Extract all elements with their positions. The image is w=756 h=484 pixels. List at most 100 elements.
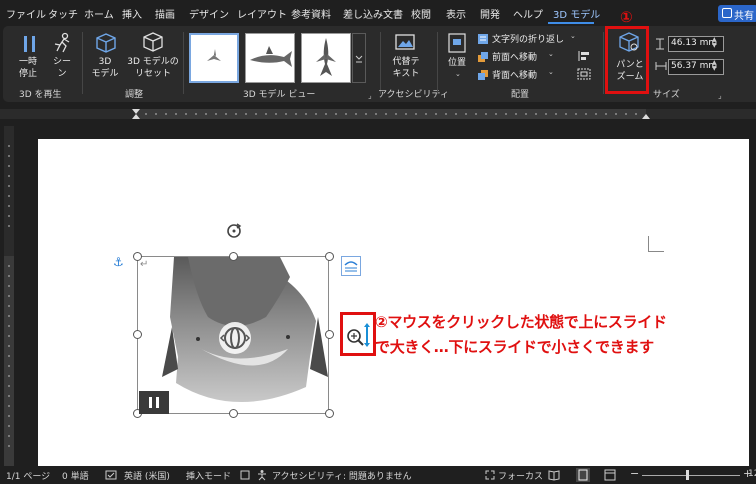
vertical-ruler (0, 126, 18, 466)
tab-insert[interactable]: 挿入 (122, 6, 142, 21)
step-2-instruction-line-2: で大きく…下にスライドで小さくできます (375, 338, 654, 356)
layout-options-button[interactable] (341, 256, 361, 276)
views-dialog-launcher-icon[interactable]: ⌟ (368, 91, 372, 100)
group-divider (82, 32, 83, 94)
view-thumbnail-1[interactable] (189, 33, 239, 83)
resize-handle-top[interactable] (229, 252, 238, 261)
accessibility-icon (258, 470, 266, 481)
pause-icon (24, 36, 35, 52)
word-count[interactable]: 0 単語 (62, 469, 89, 482)
group-divider (603, 32, 604, 94)
tab-home[interactable]: ホーム (84, 6, 114, 21)
anchor-icon[interactable]: ⚓ (113, 255, 124, 269)
insert-mode-status[interactable]: 挿入モード (186, 469, 231, 482)
step-1-marker: ① (620, 8, 633, 26)
pause-icon (156, 397, 159, 408)
chevron-down-icon: ⌄ (548, 68, 554, 76)
print-layout-icon[interactable] (576, 468, 590, 482)
share-icon (722, 8, 732, 18)
wrap-text-label: 文字列の折り返し (492, 35, 565, 45)
chevron-down-icon: ⌄ (570, 32, 576, 40)
3d-rotate-control-icon[interactable] (218, 321, 252, 355)
ruler-ticks (0, 109, 756, 119)
running-person-icon (54, 32, 70, 53)
chevron-down-icon: ⌄ (548, 50, 554, 58)
vertical-ruler-ticks (4, 126, 14, 466)
page-count[interactable]: 1/1 ページ (6, 469, 50, 482)
tab-touch[interactable]: タッチ (48, 6, 78, 21)
rotate-handle-icon[interactable] (225, 222, 243, 240)
group-label-size: サイズ (653, 90, 680, 100)
zoom-control-highlight-box (340, 312, 376, 356)
pause-icon (149, 397, 152, 408)
width-icon (655, 62, 667, 70)
gallery-more-button[interactable] (352, 33, 366, 83)
position-icon (448, 33, 466, 53)
tab-view[interactable]: 表示 (446, 6, 466, 21)
read-mode-icon[interactable] (548, 469, 560, 481)
3d-view-gallery (189, 33, 367, 83)
macro-record-icon[interactable] (240, 470, 250, 480)
group-divider (380, 32, 381, 94)
tab-layout[interactable]: レイアウト (237, 6, 287, 21)
pan-zoom-highlight-box (605, 26, 649, 94)
reset-3d-model-label: 3D モデルの リセット (127, 57, 179, 79)
tab-file[interactable]: ファイル (6, 6, 46, 21)
tab-references[interactable]: 参考資料 (291, 6, 331, 21)
group-label-accessibility: アクセシビリティ (378, 90, 450, 100)
zoom-slider-track[interactable] (642, 475, 740, 476)
3d-model-label: 3D モデル (91, 57, 119, 79)
height-spinner-icon[interactable]: ▲ ▼ (712, 37, 717, 49)
chevron-down-icon: ⌄ (455, 70, 461, 78)
active-tab-indicator (548, 22, 594, 24)
resize-handle-right[interactable] (325, 330, 334, 339)
tab-help[interactable]: ヘルプ (513, 6, 543, 21)
proofing-icon[interactable] (105, 470, 117, 480)
focus-icon (485, 470, 495, 480)
bring-forward-icon (478, 52, 488, 62)
focus-mode-button[interactable]: フォーカス (498, 469, 543, 482)
language-status[interactable]: 英語 (米国) (124, 469, 170, 482)
resize-handle-left[interactable] (133, 330, 142, 339)
step-2-instruction-line-1: ②マウスをクリックした状態で上にスライド (375, 313, 667, 331)
reset-cube-icon (143, 32, 163, 52)
send-backward-icon (478, 70, 488, 80)
accessibility-status[interactable]: アクセシビリティ: 問題ありません (272, 469, 412, 482)
share-button[interactable]: 共有 (718, 5, 756, 22)
web-layout-icon[interactable] (604, 469, 616, 481)
model-pause-button[interactable] (139, 391, 169, 414)
resize-handle-top-right[interactable] (325, 252, 334, 261)
zoom-out-icon[interactable]: − (630, 467, 639, 480)
zoom-slider-thumb[interactable] (686, 470, 689, 480)
width-spinner-icon[interactable]: ▲ ▼ (712, 60, 717, 72)
group-label-arrange: 配置 (511, 90, 530, 100)
bring-forward-label: 前面へ移動 (492, 53, 538, 63)
tab-3d-model[interactable]: 3D モデル (553, 6, 600, 21)
view-thumbnail-3[interactable] (301, 33, 351, 83)
zoom-magnifier-icon[interactable] (343, 315, 373, 353)
view-thumbnail-2[interactable] (245, 33, 295, 83)
shark-top-view-icon (316, 38, 336, 76)
height-icon (656, 38, 664, 50)
zoom-level[interactable]: 120 (748, 469, 756, 479)
shark-front-view-icon (207, 49, 221, 61)
paragraph-mark: ↵ (140, 259, 149, 270)
tab-draw[interactable]: 描画 (155, 6, 175, 21)
size-dialog-launcher-icon[interactable]: ⌟ (718, 91, 722, 100)
horizontal-ruler (0, 102, 756, 126)
tab-developer[interactable]: 開発 (480, 6, 500, 21)
layout-options-icon (344, 261, 358, 272)
position-label: 位置 (447, 58, 466, 68)
group-label-play: 3D を再生 (19, 90, 62, 100)
align-icon[interactable] (577, 50, 591, 62)
scene-label: シー ン (52, 57, 71, 79)
group-label-views: 3D モデル ビュー (243, 90, 316, 100)
tab-mailings[interactable]: 差し込み文書 (343, 6, 403, 21)
resize-handle-bottom[interactable] (229, 409, 238, 418)
group-objects-icon[interactable] (577, 68, 591, 80)
resize-handle-bottom-right[interactable] (325, 409, 334, 418)
tab-review[interactable]: 校閲 (411, 6, 431, 21)
send-backward-label: 背面へ移動 (492, 71, 538, 81)
resize-handle-top-left[interactable] (133, 252, 142, 261)
tab-design[interactable]: デザイン (189, 6, 229, 21)
